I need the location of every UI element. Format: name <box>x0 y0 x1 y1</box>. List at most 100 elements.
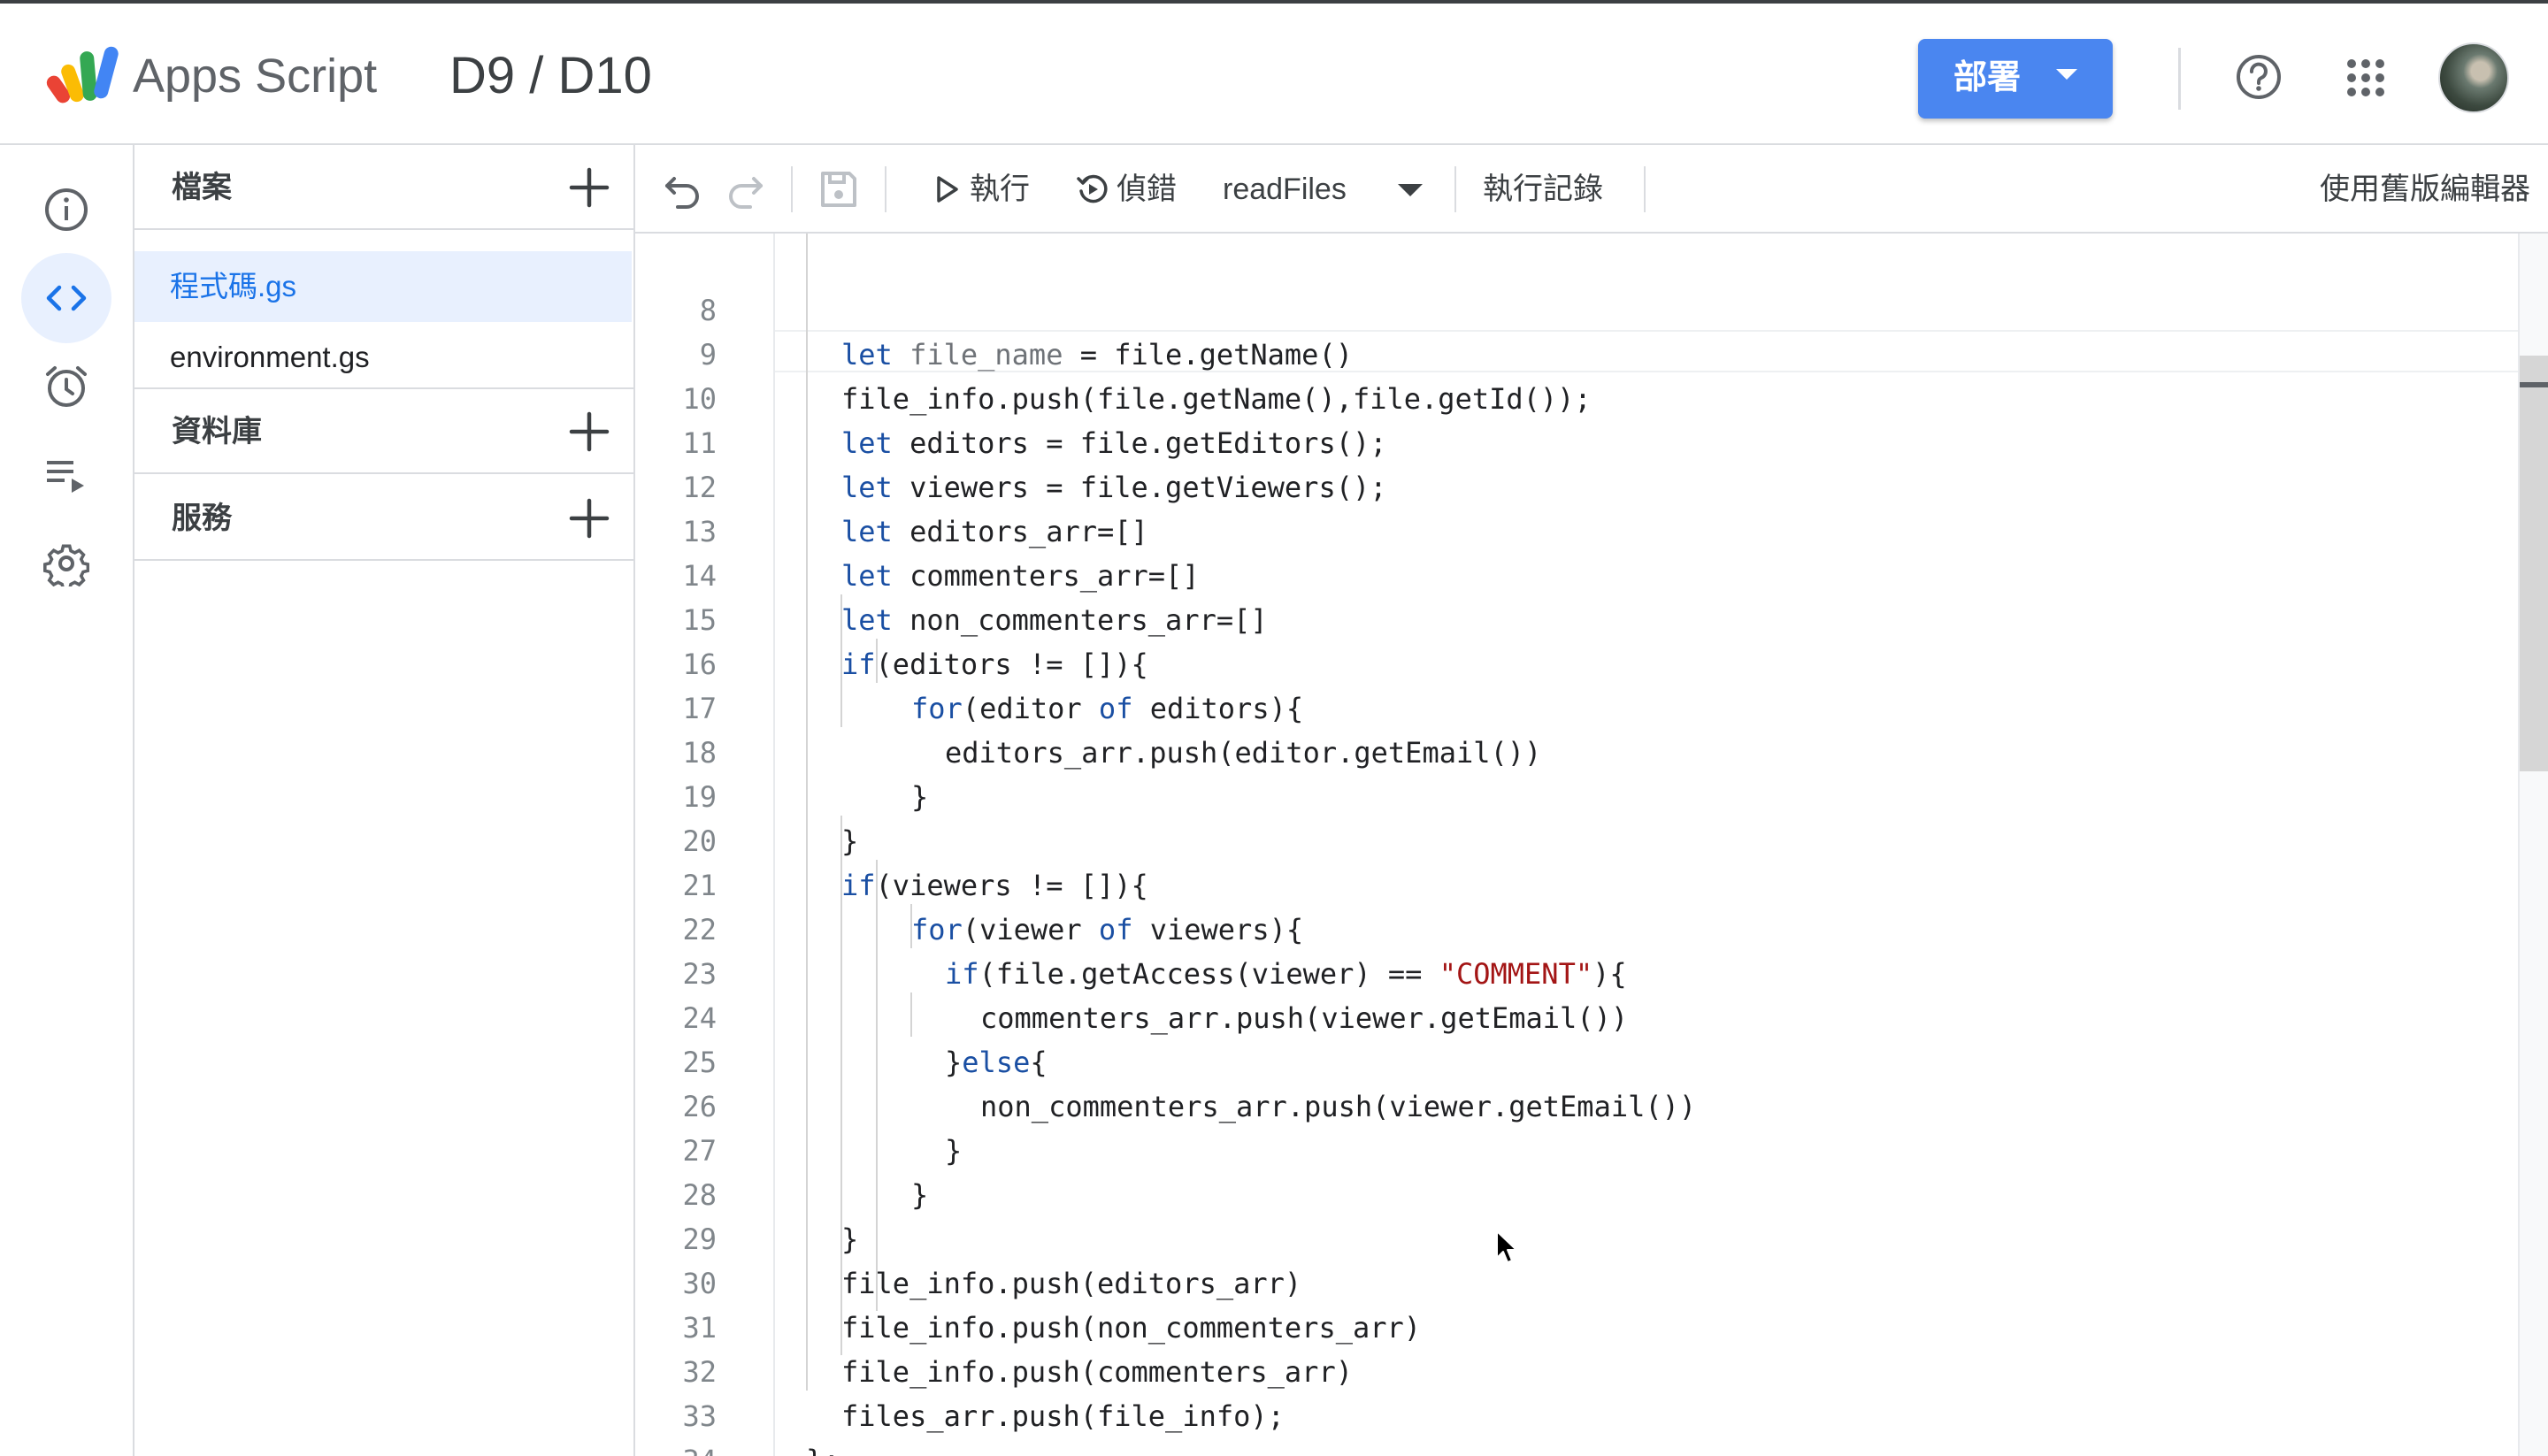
use-legacy-editor-button[interactable]: 使用舊版編輯器 <box>2320 168 2530 211</box>
top-app-bar: Apps Script D9 / D10 部署 <box>0 0 2548 145</box>
project-title[interactable]: D9 / D10 <box>449 46 652 106</box>
deploy-label: 部署 <box>1953 59 2022 96</box>
code-line: 30 file_info.push(non_commenters_arr) <box>635 1217 1421 1345</box>
add-library-button[interactable] <box>566 409 612 455</box>
editor-toolbar: 執行 偵錯 readFiles 執行記錄 使用舊版編輯器 <box>635 145 2548 234</box>
navigation-rail <box>0 145 134 1456</box>
code-line: 25 non_commenters_arr.push(viewer.getEma… <box>635 996 1696 1123</box>
code-line: 13 let commenters_arr=[] <box>635 465 1199 593</box>
divider <box>2178 48 2181 110</box>
code-text: non_commenters_arr.push(viewer.getEmail(… <box>980 1090 1697 1123</box>
services-section-header: 服務 <box>134 476 633 561</box>
line-number: 34 <box>635 1438 717 1456</box>
files-list: 程式碼.gs environment.gs <box>134 230 633 389</box>
code-line: 14 let non_commenters_arr=[] <box>635 510 1267 637</box>
code-text: } <box>911 1178 929 1212</box>
function-select-value: readFiles <box>1223 172 1347 206</box>
code-line: 12 let editors_arr=[] <box>635 421 1147 548</box>
code-text: for(viewer of viewers){ <box>911 913 1304 946</box>
alarm-icon <box>46 366 87 407</box>
code-line: 29 file_info.push(editors_arr) <box>635 1173 1301 1300</box>
chevron-down-icon <box>2056 69 2077 80</box>
services-title: 服務 <box>172 502 232 535</box>
code-line: 28 } <box>635 1129 858 1256</box>
code-line: 15 if(editors != []){ <box>635 554 1147 681</box>
deploy-button[interactable]: 部署 <box>1918 39 2113 119</box>
indent-guide <box>876 860 878 1311</box>
rail-item-editor[interactable] <box>21 253 111 343</box>
editor-scrollbar[interactable] <box>2518 234 2548 1456</box>
run-button[interactable]: 執行 <box>931 168 1046 211</box>
debug-icon <box>1077 174 1108 203</box>
apps-script-logo[interactable] <box>46 44 120 108</box>
function-select[interactable]: readFiles <box>1223 168 1387 211</box>
code-text: for(editor of editors){ <box>911 692 1304 725</box>
code-text: let non_commenters_arr=[] <box>841 603 1268 637</box>
help-circle-icon[interactable] <box>2235 53 2283 101</box>
code-line: 32 files_arr.push(file_info); <box>635 1306 1284 1433</box>
rail-item-overview[interactable] <box>21 165 111 255</box>
code-editor[interactable]: 8 let file_name = file.getName() 9 file_… <box>635 234 2548 1456</box>
code-line: 21 for(viewer of viewers){ <box>635 819 1303 946</box>
save-icon[interactable] <box>817 168 860 211</box>
gear-icon <box>43 544 89 586</box>
file-label: environment.gs <box>170 341 370 373</box>
redo-icon[interactable] <box>724 168 766 211</box>
app-name: Apps Script <box>133 50 378 103</box>
chevron-down-icon[interactable] <box>1398 184 1423 196</box>
toolbar-divider <box>885 166 886 212</box>
google-apps-grid-icon[interactable] <box>2345 57 2387 99</box>
add-service-button[interactable] <box>566 495 612 541</box>
files-section-header: 檔案 <box>134 145 633 230</box>
code-text: if(file.getAccess(viewer) == "COMMENT"){ <box>945 957 1627 991</box>
code-line: 10 let editors = file.getEditors(); <box>635 333 1386 460</box>
run-label: 執行 <box>970 172 1030 206</box>
code-line: 22 if(file.getAccess(viewer) == "COMMENT… <box>635 863 1626 991</box>
code-text: files_arr.push(file_info); <box>841 1399 1285 1433</box>
code-text: if(editors != []){ <box>841 648 1148 681</box>
toolbar-divider <box>1644 166 1646 212</box>
add-file-button[interactable] <box>566 165 612 211</box>
playlist-icon <box>47 461 84 493</box>
code-text: file_info.push(editors_arr) <box>841 1267 1302 1300</box>
code-text: let editors = file.getEditors(); <box>841 426 1387 460</box>
indent-guide <box>806 234 808 1391</box>
code-icon <box>46 285 87 311</box>
code-text: }else{ <box>945 1046 1048 1079</box>
code-text: let commenters_arr=[] <box>841 559 1200 593</box>
code-text: file_info.push(file.getName(),file.getId… <box>841 382 1592 416</box>
toolbar-divider <box>1454 166 1456 212</box>
indent-guide <box>910 992 912 1037</box>
file-item-environment-gs[interactable]: environment.gs <box>134 322 632 393</box>
debug-button[interactable]: 偵錯 <box>1076 168 1191 211</box>
play-icon <box>937 176 958 203</box>
file-item-code-gs[interactable]: 程式碼.gs <box>134 251 632 322</box>
code-text: editors_arr.push(editor.getEmail()) <box>945 736 1542 770</box>
code-line: 24 }else{ <box>635 952 1047 1079</box>
debug-label: 偵錯 <box>1117 172 1177 206</box>
code-line: 20 if(viewers != []){ <box>635 775 1147 902</box>
code-text: } <box>911 780 929 814</box>
execution-log-label: 執行記錄 <box>1483 172 1603 206</box>
scrollbar-position-marker <box>2520 382 2548 387</box>
file-label: 程式碼.gs <box>170 270 297 303</box>
rail-item-settings[interactable] <box>21 518 111 609</box>
execution-log-button[interactable]: 執行記錄 <box>1483 168 1616 211</box>
libraries-title: 資料庫 <box>172 415 262 448</box>
code-line: 34 Logger.log(files_arr); <box>635 1394 717 1456</box>
code-text: commenters_arr.push(viewer.getEmail()) <box>980 1001 1629 1035</box>
gutter-divider <box>773 234 775 1456</box>
mouse-pointer-icon <box>1496 1230 1517 1263</box>
scrollbar-thumb[interactable] <box>2520 356 2548 771</box>
rail-item-executions[interactable] <box>21 430 111 520</box>
avatar[interactable] <box>2438 42 2509 113</box>
code-text: } <box>841 1222 859 1256</box>
undo-icon[interactable] <box>662 168 704 211</box>
info-icon <box>45 188 88 231</box>
code-line: 9 file_info.push(file.getName(),file.get… <box>635 288 1592 416</box>
libraries-section-header: 資料庫 <box>134 389 633 474</box>
code-text: let file_name = file.getName() <box>841 338 1353 372</box>
code-line: 16 for(editor of editors){ <box>635 598 1303 725</box>
rail-item-triggers[interactable] <box>21 341 111 432</box>
code-line: 18 } <box>635 686 928 814</box>
